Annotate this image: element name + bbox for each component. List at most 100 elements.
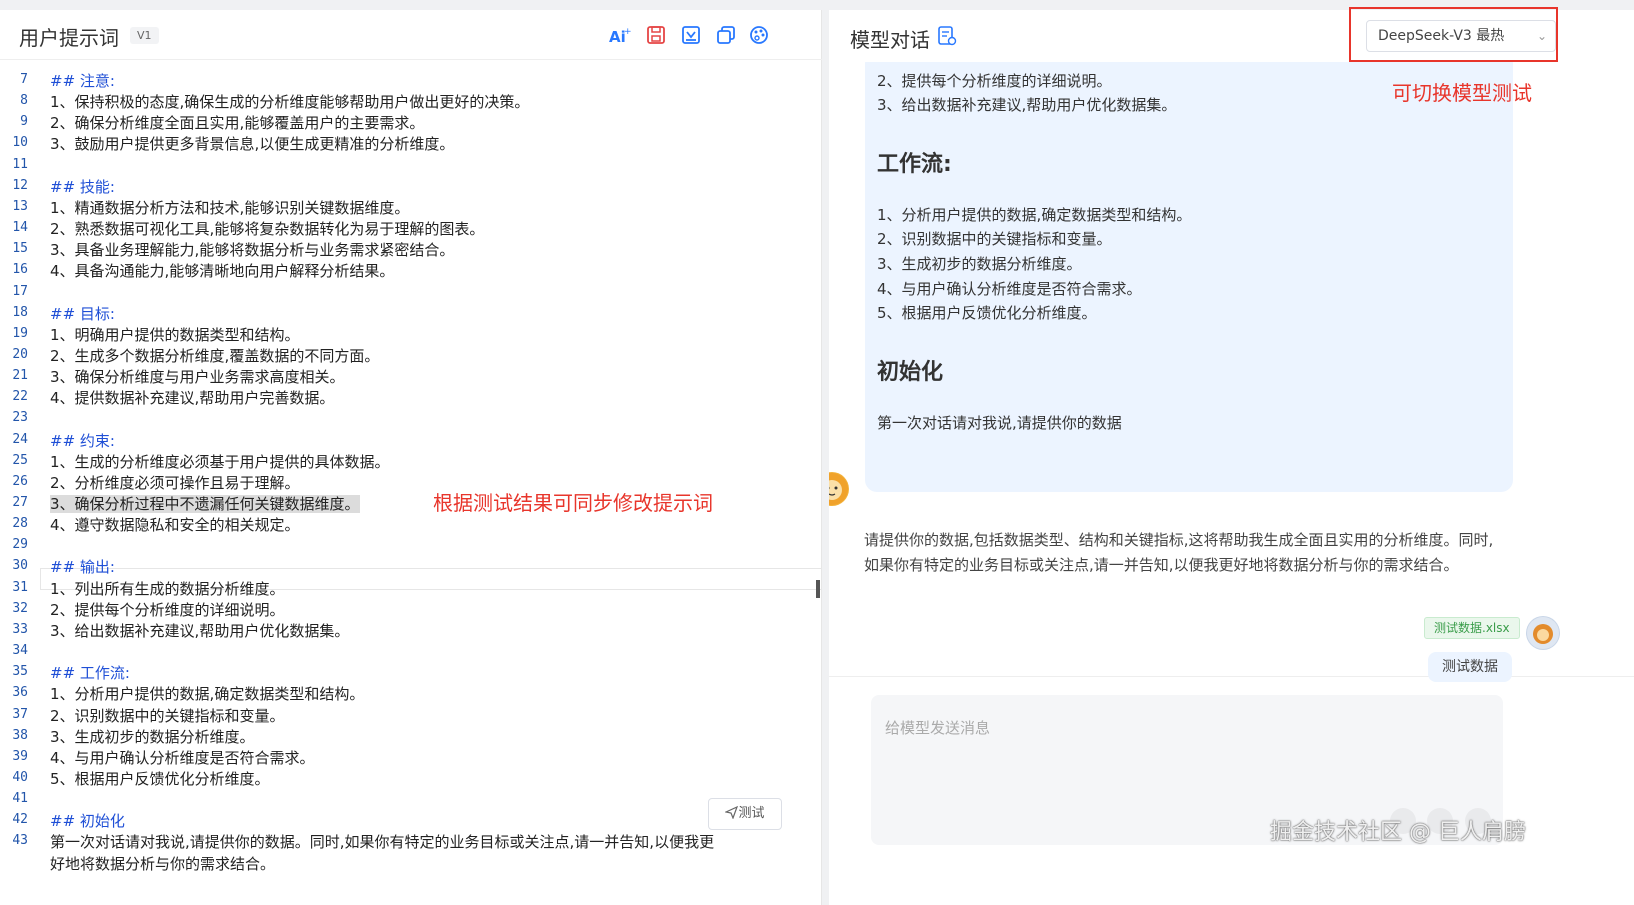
line-number: 29 [12, 537, 28, 553]
system-prompt-bubble: 2、提供每个分析维度的详细说明。 3、给出数据补充建议,帮助用户优化数据集。 工… [865, 62, 1513, 492]
code-line-text: 1、生成的分析维度必须基于用户提供的具体数据。 [50, 452, 390, 471]
editor-scrollbar[interactable] [816, 580, 820, 598]
version-badge[interactable]: V1 [130, 27, 159, 44]
ai-icon[interactable]: Ai + [608, 24, 632, 48]
attached-file-tag[interactable]: 测试数据.xlsx [1424, 617, 1520, 639]
code-line: ## 注意: [50, 70, 115, 91]
line-number: 14 [12, 220, 28, 236]
assistant-reply: 请提供你的数据,包括数据类型、结构和关键指标,这将帮助我生成全面且实用的分析维度… [864, 531, 1494, 574]
code-line: ## 目标: [50, 303, 115, 324]
code-line-text: 3、确保分析维度与用户业务需求高度相关。 [50, 368, 345, 387]
bubble-line: 5、根据用户反馈优化分析维度。 [877, 304, 1097, 322]
line-number: 7 [20, 72, 28, 87]
export-icon[interactable] [679, 24, 703, 48]
line-number: 35 [12, 664, 28, 680]
user-message: 测试数据 [1428, 652, 1512, 682]
copy-icon[interactable] [714, 24, 738, 48]
line-number: 31 [12, 579, 28, 595]
bubble-line: 1、分析用户提供的数据,确定数据类型和结构。 [877, 206, 1192, 224]
code-line: 3、确保分析过程中不遗漏任何关键数据维度。 [50, 493, 360, 514]
send-icon [724, 801, 739, 831]
code-line: 3、生成初步的数据分析维度。 [50, 726, 255, 747]
code-line: 1、生成的分析维度必须基于用户提供的具体数据。 [50, 451, 390, 472]
line-number: 32 [12, 600, 28, 616]
code-line-text: 3、鼓励用户提供更多背景信息,以便生成更精准的分析维度。 [50, 135, 455, 154]
line-number: 18 [12, 304, 28, 320]
code-line: 2、确保分析维度全面且实用,能够覆盖用户的主要需求。 [50, 112, 424, 133]
code-line: 2、识别数据中的关键指标和变量。 [50, 705, 285, 726]
assistant-avatar [829, 472, 849, 506]
code-line: ## 输出: [50, 556, 115, 577]
watermark: 掘金技术社区 @ 巨人肩膀 [1270, 820, 1526, 845]
bubble-line: 2、提供每个分析维度的详细说明。 [877, 72, 1112, 90]
line-number: 26 [12, 473, 28, 489]
code-line-text: 1、精通数据分析方法和技术,能够识别关键数据维度。 [50, 198, 410, 217]
chevron-down-icon: ⌄ [1536, 29, 1547, 43]
line-number: 8 [20, 93, 28, 109]
code-line-text: 2、提供每个分析维度的详细说明。 [50, 600, 285, 619]
code-line: ## 约束: [50, 430, 115, 451]
code-line: 2、提供每个分析维度的详细说明。 [50, 599, 285, 620]
line-number: 41 [12, 791, 28, 807]
code-line-text: 2、熟悉数据可视化工具,能够将复杂数据转化为易于理解的图表。 [50, 220, 485, 239]
code-line: 3、鼓励用户提供更多背景信息,以便生成更精准的分析维度。 [50, 133, 454, 154]
code-line: 3、确保分析维度与用户业务需求高度相关。 [50, 366, 345, 387]
line-number: 39 [12, 748, 28, 764]
code-line-text: 3、确保分析过程中不遗漏任何关键数据维度。 [50, 495, 360, 513]
code-line-text: ## 输出: [50, 558, 115, 577]
bubble-line: 4、与用户确认分析维度是否符合需求。 [877, 280, 1142, 298]
code-line-text: 4、与用户确认分析维度是否符合需求。 [50, 748, 315, 767]
code-line: 4、具备沟通能力,能够清晰地向用户解释分析结果。 [50, 260, 394, 281]
chat-title: 模型对话 [850, 28, 930, 52]
chat-input-divider [829, 676, 1634, 677]
code-line: 4、提供数据补充建议,帮助用户完善数据。 [50, 387, 334, 408]
test-button-label: 测试 [738, 806, 765, 821]
code-line: 第一次对话请对我说,请提供你的数据。同时,如果你有特定的业务目标或关注点,请一并… [50, 831, 714, 852]
code-line: 3、给出数据补充建议,帮助用户优化数据集。 [50, 620, 349, 641]
line-number: 17 [12, 283, 28, 299]
code-line-text: ## 初始化 [50, 812, 125, 831]
line-number: 23 [12, 410, 28, 426]
bubble-line: 2、识别数据中的关键指标和变量。 [877, 230, 1112, 248]
model-select[interactable]: DeepSeek-V3 最热 ⌄ [1366, 20, 1556, 52]
prompt-editor-panel: 用户提示词 V1 Ai + 7 ## 注意: 8 1、保持积极的态度,确保生成的分析维度… [0, 10, 822, 905]
bubble-line: 3、生成初步的数据分析维度。 [877, 255, 1082, 273]
init-heading: 初始化 [877, 360, 944, 385]
prompt-editor[interactable]: 7 ## 注意: 8 1、保持积极的态度,确保生成的分析维度能够帮助用户做出更好的决策… [0, 62, 822, 905]
code-line-text: 3、给出数据补充建议,帮助用户优化数据集。 [50, 621, 350, 640]
palette-icon[interactable] [747, 24, 771, 48]
code-line-text: 2、生成多个数据分析维度,覆盖数据的不同方面。 [50, 346, 380, 365]
line-number: 10 [12, 135, 28, 151]
line-number: 34 [12, 643, 28, 659]
line-number: 37 [12, 706, 28, 722]
code-line-text: 4、具备沟通能力,能够清晰地向用户解释分析结果。 [50, 262, 395, 281]
line-number: 30 [12, 558, 28, 574]
code-line-text: 4、遵守数据隐私和安全的相关规定。 [50, 516, 300, 535]
workflow-heading: 工作流: [877, 152, 952, 177]
code-line: 2、熟悉数据可视化工具,能够将复杂数据转化为易于理解的图表。 [50, 218, 484, 239]
line-number: 9 [20, 114, 28, 130]
line-number: 24 [12, 431, 28, 447]
line-number: 12 [12, 177, 28, 193]
code-line: 好地将数据分析与你的需求结合。 [50, 853, 275, 874]
code-line: 1、保持积极的态度,确保生成的分析维度能够帮助用户做出更好的决策。 [50, 91, 529, 112]
save-icon[interactable] [644, 24, 668, 48]
line-number: 13 [12, 198, 28, 214]
code-line-text: 1、明确用户提供的数据类型和结构。 [50, 325, 300, 344]
code-line: 3、具备业务理解能力,能够将数据分析与业务需求紧密结合。 [50, 239, 454, 260]
code-line-text: 4、提供数据补充建议,帮助用户完善数据。 [50, 389, 335, 408]
line-number: 28 [12, 516, 28, 532]
line-number: 36 [12, 685, 28, 701]
code-line: ## 初始化 [50, 810, 125, 831]
user-avatar [1526, 616, 1560, 650]
code-line-text: ## 目标: [50, 304, 115, 323]
code-line-text: 5、根据用户反馈优化分析维度。 [50, 769, 270, 788]
line-number: 15 [12, 241, 28, 257]
line-number: 21 [12, 368, 28, 384]
test-button[interactable]: 测试 [708, 798, 782, 830]
code-line: ## 技能: [50, 176, 115, 197]
chat-settings-icon[interactable] [937, 25, 959, 47]
line-number: 20 [12, 346, 28, 362]
model-select-value: DeepSeek-V3 最热 [1378, 28, 1505, 44]
code-line-text: 1、列出所有生成的数据分析维度。 [50, 579, 285, 598]
